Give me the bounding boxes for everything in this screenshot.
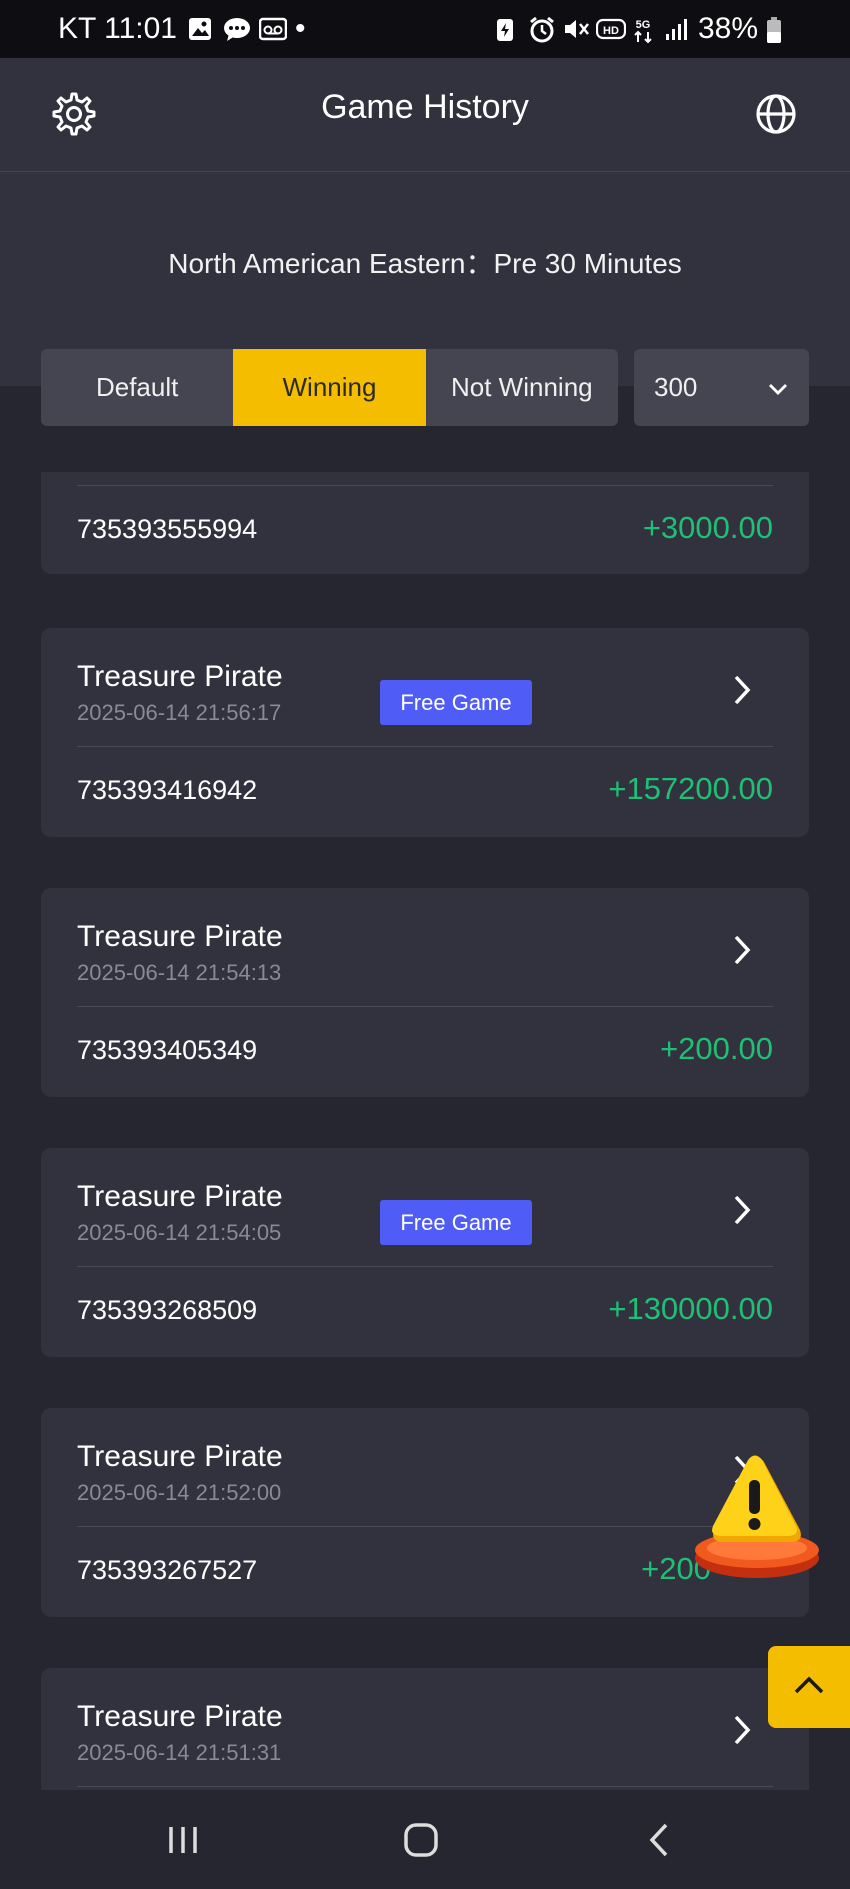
game-name: Treasure Pirate <box>77 1440 283 1473</box>
history-card[interactable]: Treasure Pirate 2025-06-14 21:51:31 <box>41 1668 809 1790</box>
card-header: Treasure Pirate 2025-06-14 21:51:31 <box>77 1668 773 1786</box>
gallery-icon <box>187 16 213 42</box>
home-icon[interactable] <box>391 1814 451 1866</box>
game-date: 2025-06-14 21:56:17 <box>77 700 282 725</box>
win-amount: +3000.00 <box>642 510 773 545</box>
filter-default[interactable]: Default <box>41 349 233 426</box>
status-time: KT 11:01 <box>58 12 177 45</box>
history-list[interactable]: 735393555994 +3000.00 Treasure Pirate 20… <box>0 472 850 1790</box>
game-date: 2025-06-14 21:54:05 <box>77 1220 282 1245</box>
chat-icon <box>223 16 250 42</box>
count-value: 300 <box>654 372 698 402</box>
card-header: Treasure Pirate 2025-06-14 21:56:17 Free… <box>77 628 773 746</box>
timezone-label: North American Eastern：Pre 30 Minutes <box>168 248 682 279</box>
history-card[interactable]: Treasure Pirate 2025-06-14 21:54:05 Free… <box>41 1148 809 1357</box>
game-date: 2025-06-14 21:52:00 <box>77 1480 282 1505</box>
game-name: Treasure Pirate <box>77 660 283 693</box>
back-icon[interactable] <box>630 1814 690 1866</box>
history-card[interactable]: Treasure Pirate 2025-06-14 21:56:17 Free… <box>41 628 809 837</box>
5g-icon: 5G <box>630 16 656 44</box>
game-name: Treasure Pirate <box>77 1700 283 1733</box>
win-amount: +200.00 <box>660 1031 773 1066</box>
history-card[interactable]: 735393555994 +3000.00 <box>41 472 809 574</box>
history-card[interactable]: Treasure Pirate 2025-06-14 21:54:13 7353… <box>41 888 809 1097</box>
card-header: Treasure Pirate 2025-06-14 21:54:13 <box>77 888 773 1006</box>
scroll-to-top-button[interactable] <box>768 1646 850 1728</box>
win-amount: +157200.00 <box>608 771 773 806</box>
free-game-badge: Free Game <box>380 1200 532 1245</box>
app-header: Game History <box>0 58 850 172</box>
card-footer: 735393267527 +200 <box>77 1527 773 1617</box>
alarm-icon <box>528 16 554 43</box>
win-amount: +130000.00 <box>608 1291 773 1326</box>
chevron-right-icon[interactable] <box>727 1712 757 1748</box>
card-footer: 735393268509 +130000.00 <box>77 1267 773 1357</box>
result-filter-tabs: Default Winning Not Winning <box>41 349 618 426</box>
signal-icon <box>664 16 690 42</box>
page-title: Game History <box>321 88 529 126</box>
free-game-badge: Free Game <box>380 680 532 725</box>
game-name: Treasure Pirate <box>77 1180 283 1213</box>
svg-text:HD: HD <box>603 25 619 37</box>
chevron-right-icon[interactable] <box>727 1192 757 1228</box>
battery-saver-icon <box>494 16 520 42</box>
warning-icon[interactable] <box>692 1452 822 1584</box>
status-dot: • <box>294 12 306 45</box>
game-date: 2025-06-14 21:54:13 <box>77 960 282 985</box>
game-name: Treasure Pirate <box>77 920 283 953</box>
chevron-right-icon[interactable] <box>727 672 757 708</box>
filter-winning[interactable]: Winning <box>233 349 426 426</box>
card-header: Treasure Pirate 2025-06-14 21:54:05 Free… <box>77 1148 773 1266</box>
order-id: 735393405349 <box>77 1035 258 1065</box>
card-footer: 735393405349 +200.00 <box>77 1007 773 1097</box>
globe-icon[interactable] <box>750 88 802 140</box>
chevron-right-icon[interactable] <box>727 932 757 968</box>
card-footer: 735393555994 +3000.00 <box>77 486 773 576</box>
game-date: 2025-06-14 21:51:31 <box>77 1740 282 1765</box>
order-id: 735393267527 <box>77 1555 258 1585</box>
card-footer: 735393416942 +157200.00 <box>77 747 773 837</box>
chevron-down-icon <box>767 372 789 403</box>
status-bar: KT 11:01 • HD 5G 38% <box>0 0 850 58</box>
svg-text:5G: 5G <box>636 19 651 31</box>
battery-icon <box>766 16 792 43</box>
battery-percent: 38% <box>697 12 758 45</box>
card-divider <box>77 1786 773 1787</box>
filter-not-winning[interactable]: Not Winning <box>426 349 618 426</box>
card-header: Treasure Pirate 2025-06-14 21:52:00 <box>77 1408 773 1526</box>
mute-icon <box>562 16 589 42</box>
voicemail-icon <box>258 16 288 42</box>
hd-icon: HD <box>595 16 627 42</box>
count-select[interactable]: 300 <box>634 349 809 426</box>
order-id: 735393268509 <box>77 1295 258 1325</box>
order-id: 735393555994 <box>77 514 258 544</box>
system-nav-bar <box>0 1790 850 1889</box>
order-id: 735393416942 <box>77 775 258 805</box>
chevron-up-icon <box>792 1674 826 1701</box>
recents-icon[interactable] <box>153 1814 213 1866</box>
